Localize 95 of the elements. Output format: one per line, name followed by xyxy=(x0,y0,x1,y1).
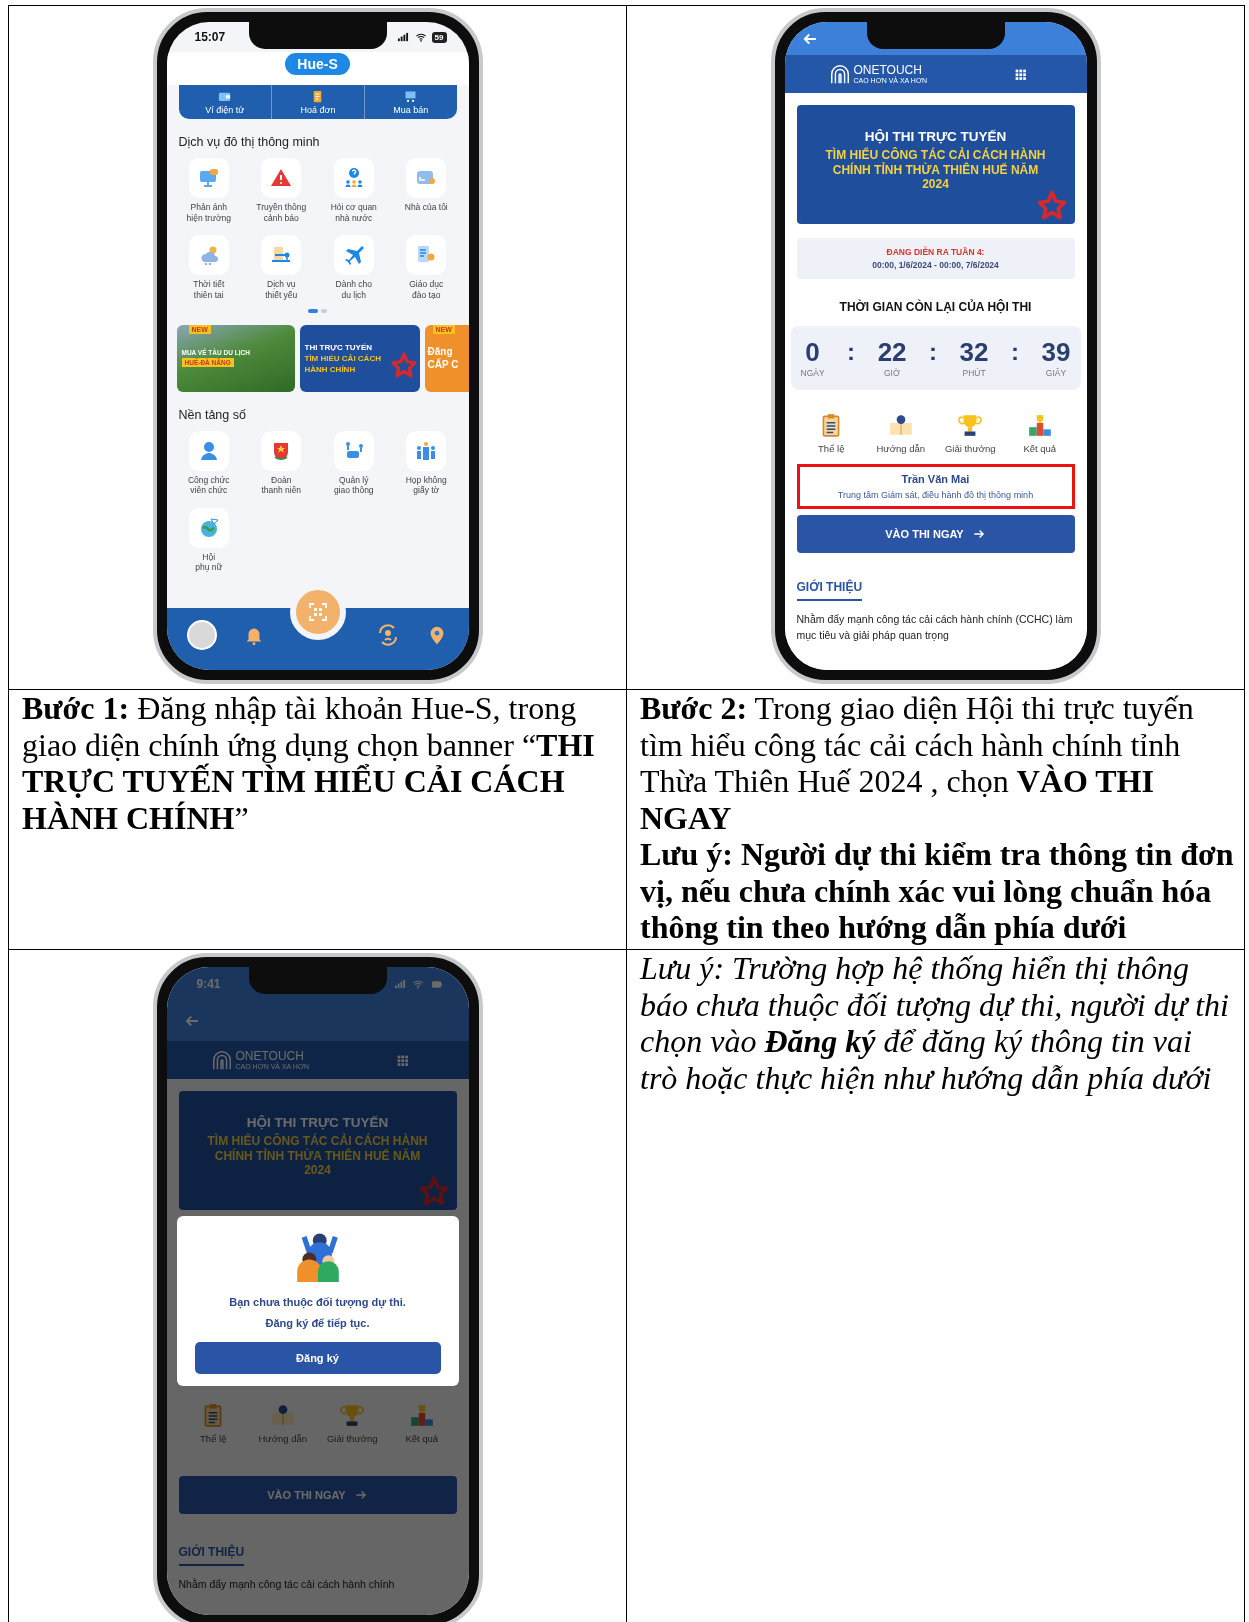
menu-button[interactable]: Giải thưởng xyxy=(935,412,1005,454)
arch-logo-icon xyxy=(210,1049,233,1071)
status-time: 9:41 xyxy=(196,977,221,991)
dialog-message: Bạn chưa thuộc đối tượng dự thi. Đăng ký để tiếp tục. xyxy=(229,1295,406,1332)
wifi-icon xyxy=(413,31,428,43)
service-label: Đoàn thanh niên xyxy=(261,474,302,496)
service-label: Hội phụ nữ xyxy=(195,551,223,573)
countdown-unit: NGÀY xyxy=(800,367,825,378)
period-label: ĐANG DIỄN RA TUẦN 4: xyxy=(886,247,985,257)
service-label: Dịch vụ thiết yếu xyxy=(265,279,298,301)
period-range: 00:00, 1/6/2024 - 00:00, 7/6/2024 xyxy=(872,260,999,270)
menu-button[interactable]: Kết quả xyxy=(1005,412,1075,454)
avatar[interactable] xyxy=(187,620,218,650)
grid-menu-icon[interactable] xyxy=(395,1053,409,1067)
service-button[interactable] xyxy=(406,430,447,471)
battery-percentage: 59 xyxy=(431,31,447,43)
intro-text: Nhằm đẩy mạnh công tác cải cách hành chính (CCHC) làm mục tiêu và giải pháp quan trọng xyxy=(796,612,1074,644)
step-text: Bước 1: Đăng nhập tài khoản Hue-S, trong giao diện chính ứng dụng chọn banner “THI TRỰC TUYẾN TÌM HIỂU CẢI CÁCH HÀNH CHÍNH” xyxy=(22,690,596,836)
banner-title: HỘI THI TRỰC TUYẾN xyxy=(864,129,1007,145)
intro-title: GIỚI THIỆU xyxy=(796,580,863,601)
brand-name: ONETOUCH xyxy=(235,1050,305,1062)
quick-action-button[interactable]: Hoá đơn xyxy=(271,85,364,119)
service-button[interactable] xyxy=(333,158,374,198)
countdown-title: THỜI GIAN CÒN LẠI CỦA HỘI THI xyxy=(838,300,1033,314)
countdown-unit: PHÚT xyxy=(962,367,986,378)
countdown-separator: : xyxy=(929,340,938,364)
menu-button[interactable]: Hướng dẫn xyxy=(866,412,936,454)
register-button[interactable]: Đăng ký xyxy=(194,1341,441,1374)
service-label: Hỏi cơ quan nhà nước xyxy=(330,202,377,224)
arch-logo-icon xyxy=(828,63,851,85)
service-button[interactable] xyxy=(188,507,229,548)
participant-unit: Trung tâm Giám sát, điều hành đô thị thông minh xyxy=(836,490,1035,500)
service-button[interactable] xyxy=(406,235,447,276)
service-label: Truyền thông cảnh báo xyxy=(256,202,307,224)
countdown-value: 32 xyxy=(959,338,989,365)
banner-text: HÀNH CHÍNH xyxy=(304,364,357,374)
star-logo-drawing xyxy=(418,1176,449,1206)
service-button[interactable] xyxy=(261,430,302,471)
countdown-separator: : xyxy=(847,340,856,364)
intro-title: GIỚI THIỆU xyxy=(178,1544,245,1566)
menu-button[interactable]: Thể lệ xyxy=(796,412,866,454)
trophy-icon xyxy=(957,412,984,438)
cart-icon xyxy=(403,89,419,104)
arrow-right-icon xyxy=(971,527,986,541)
banner-text: Đăng xyxy=(427,346,454,357)
participant-name: Trần Văn Mai xyxy=(900,473,971,485)
step-text: Lưu ý: Trường hợp hệ thống hiển thị thông báo chưa thuộc đối tượng dự thi, người dự thi chọn vào Đăng ký để đăng ký thông tin vai trò hoặc thực hiện như hướng dẫn phía dưới xyxy=(640,950,1230,1096)
signal-icon xyxy=(392,978,407,990)
status-time: 15:07 xyxy=(194,30,226,44)
star-logo-drawing xyxy=(390,351,417,378)
banner-text: THI TRỰC TUYẾN xyxy=(304,342,374,352)
brand-name: ONETOUCH xyxy=(853,64,923,76)
banner-subtitle: TÌM HIỂU CÔNG TÁC CẢI CÁCH HÀNH CHÍNH TỈNH THỪA THIÊN HUẾ NĂM 2024 xyxy=(824,148,1047,192)
service-button[interactable] xyxy=(261,235,302,276)
grid-menu-icon[interactable] xyxy=(1013,67,1027,81)
countdown-separator: : xyxy=(1011,340,1019,364)
countdown-value: 0 xyxy=(805,338,820,365)
service-label: Giáo dục đào tạo xyxy=(409,279,444,301)
service-button[interactable] xyxy=(188,158,229,198)
book-icon xyxy=(887,412,914,438)
app-logo: Hue-S xyxy=(285,53,350,75)
service-button[interactable] xyxy=(188,235,229,276)
banner-text: CẤP C xyxy=(427,359,460,370)
countdown-value: 22 xyxy=(877,338,907,365)
service-label: Dành cho du lịch xyxy=(335,279,372,301)
service-label: Phản ánh hiện trường xyxy=(186,202,231,224)
section-title: Nền tảng số xyxy=(178,407,247,422)
service-label: Họp không giấy tờ xyxy=(405,474,447,496)
wifi-icon xyxy=(410,978,425,990)
service-label: Thời tiết thiên tai xyxy=(193,279,225,301)
service-label: Quản lý giao thông xyxy=(333,474,374,496)
service-button[interactable] xyxy=(261,158,302,198)
section-title: Dịch vụ đô thị thông minh xyxy=(178,135,321,149)
intro-text: Nhằm đẩy mạnh công tác cải cách hành chính xyxy=(178,1576,396,1592)
service-button[interactable] xyxy=(333,430,374,471)
start-button[interactable]: VÀO THI NGAY xyxy=(796,515,1075,553)
countdown-value: 39 xyxy=(1041,338,1071,365)
signal-icon xyxy=(395,31,410,43)
countdown-unit: GIỜ xyxy=(883,367,901,378)
quick-action-button[interactable]: Ví điện tử xyxy=(178,85,272,119)
banner-subtitle: TÌM HIỂU CÔNG TÁC CẢI CÁCH HÀNH CHÍNH TỈNH THỪA THIÊN HUẾ NĂM 2024 xyxy=(206,1134,429,1178)
service-label: Nhà của tôi xyxy=(404,202,448,213)
banner-card[interactable]: THI TRỰC TUYẾN TÌM HIỂU CẢI CÁCH HÀNH CHÍNH xyxy=(299,324,420,392)
step-text: Lưu ý: Người dự thi kiểm tra thông tin đơn vị, nếu chưa chính xác vui lòng chuẩn hóa thông tin theo hướng dẫn phía dưới xyxy=(640,836,1234,946)
podium-icon xyxy=(1026,412,1053,438)
countdown-unit: GIÂY xyxy=(1045,367,1067,378)
service-button[interactable] xyxy=(188,430,229,471)
service-label: Công chức viên chức xyxy=(187,474,230,496)
step-text: Bước 2: Trong giao diện Hội thi trực tuyến tìm hiểu công tác cải cách hành chính tỉnh Thừa Thiên Huế 2024 , chọn VÀO THI NGAY xyxy=(640,690,1195,836)
banner-text: TÌM HIỂU CẢI CÁCH xyxy=(304,353,382,363)
service-button[interactable] xyxy=(406,158,447,198)
quick-action-button[interactable]: Mua bán xyxy=(363,85,457,119)
star-logo-drawing xyxy=(1036,190,1067,220)
banner-title: HỘI THI TRỰC TUYẾN xyxy=(246,1115,389,1131)
service-button[interactable] xyxy=(333,235,374,276)
